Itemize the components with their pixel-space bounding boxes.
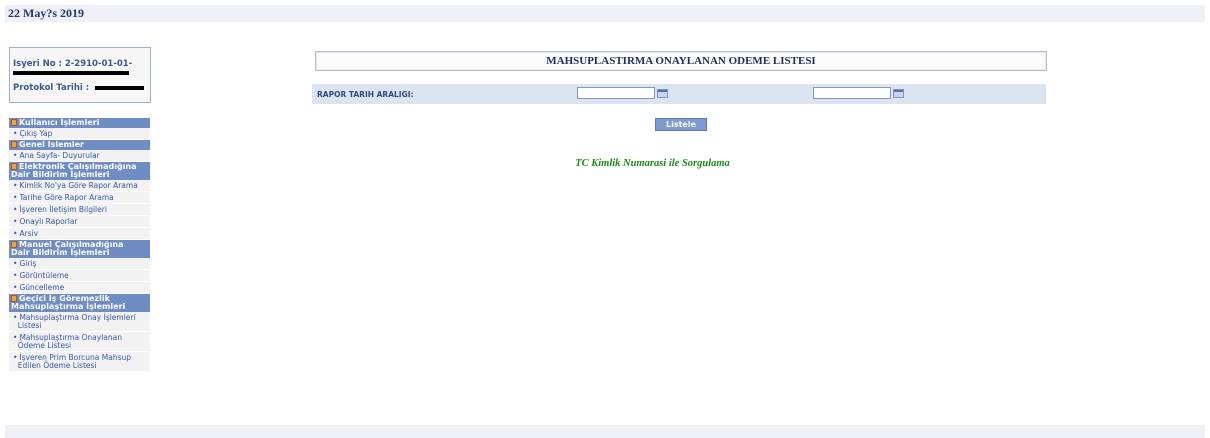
start-date-input[interactable] — [577, 87, 655, 99]
sidebar-item-tarih-rapor[interactable]: • Tarihe Göre Rapor Arama — [9, 192, 150, 204]
sidebar-item-guncelleme[interactable]: • Güncelleme — [9, 282, 150, 294]
sidebar-item-goruntuleme[interactable]: • Görüntüleme — [9, 270, 150, 282]
bullet-icon: • — [13, 193, 18, 202]
bullet-icon: • — [13, 313, 18, 322]
bullet-icon: • — [13, 271, 18, 280]
sidebar-menu: Kullanıcı İşlemleri • Çıkış Yap Genel Isl… — [9, 118, 150, 372]
bullet-icon: • — [13, 229, 18, 238]
bullet-icon: • — [13, 181, 18, 190]
section-header-gecici: Geçici İş Göremezlik Mahsuplaştırma İşlem… — [9, 294, 150, 312]
top-bar — [5, 5, 1205, 22]
page-title: MAHSUPLASTIRMA ONAYLANAN ODEME LISTESI — [546, 55, 816, 67]
employer-info-box: Isyeri No : 2-2910-01-01- Protokol Tarih… — [9, 47, 151, 103]
current-date: 22 May?s 2019 — [8, 6, 84, 20]
sidebar-item-giris[interactable]: • Giriş — [9, 258, 150, 270]
book-icon — [11, 141, 17, 148]
bullet-icon: • — [13, 205, 18, 214]
redaction-bar — [13, 70, 129, 75]
page-title-box: MAHSUPLASTIRMA ONAYLANAN ODEME LISTESI — [315, 51, 1047, 71]
sidebar-item-prim-borcu[interactable]: • İşveren Prim Borcuna Mahsup Edilen Ödem… — [9, 352, 150, 372]
section-header-manuel: Manuel Çalışılmadığına Dair Bildirim İşle… — [9, 240, 150, 258]
end-date-input[interactable] — [813, 87, 891, 99]
sidebar-item-cikis[interactable]: • Çıkış Yap — [9, 128, 150, 140]
tc-search-link-row: TC Kimlik Numarasi ile Sorgulama — [0, 158, 1210, 169]
date-range-filter: RAPOR TARIH ARALIGI: — [312, 84, 1046, 104]
sidebar-item-kimlik-rapor[interactable]: • Kimlik No'ya Göre Rapor Arama — [9, 180, 150, 192]
bullet-icon: • — [13, 353, 18, 362]
list-button[interactable]: Listele — [655, 118, 707, 131]
isyeri-redacted — [13, 68, 129, 78]
book-icon — [11, 295, 17, 302]
section-header-genel: Genel Islemler — [9, 140, 150, 150]
book-icon — [11, 241, 17, 248]
calendar-icon[interactable] — [657, 89, 668, 98]
section-header-kullanici: Kullanıcı İşlemleri — [9, 118, 150, 128]
tc-search-link[interactable]: TC Kimlik Numarasi ile Sorgulama — [575, 158, 730, 169]
bullet-icon: • — [13, 283, 18, 292]
bullet-icon: • — [13, 129, 18, 138]
date-range-label: RAPOR TARIH ARALIGI: — [317, 90, 414, 99]
calendar-icon[interactable] — [893, 89, 904, 98]
sidebar-item-isveren-iletisim[interactable]: • İşveren İletişim Bilgileri — [9, 204, 150, 216]
sidebar-item-arsiv[interactable]: • Arsiv — [9, 228, 150, 240]
redaction-bar — [95, 85, 145, 90]
sidebar-item-onayli-raporlar[interactable]: • Onaylı Raporlar — [9, 216, 150, 228]
book-icon — [11, 119, 17, 126]
bullet-icon: • — [13, 333, 18, 342]
bullet-icon: • — [13, 259, 18, 268]
protokol-label: Protokol Tarihi : — [13, 83, 90, 93]
bullet-icon: • — [13, 217, 18, 226]
sidebar-item-onaylanan-odeme[interactable]: • Mahsuplaştırma Onaylanan Ödeme Listesi — [9, 332, 150, 352]
protokol-line: Protokol Tarihi : — [13, 83, 145, 93]
bottom-bar — [5, 425, 1205, 438]
sidebar-item-onay-islemleri[interactable]: • Mahsuplaştırma Onay İşlemleri Listesi — [9, 312, 150, 332]
